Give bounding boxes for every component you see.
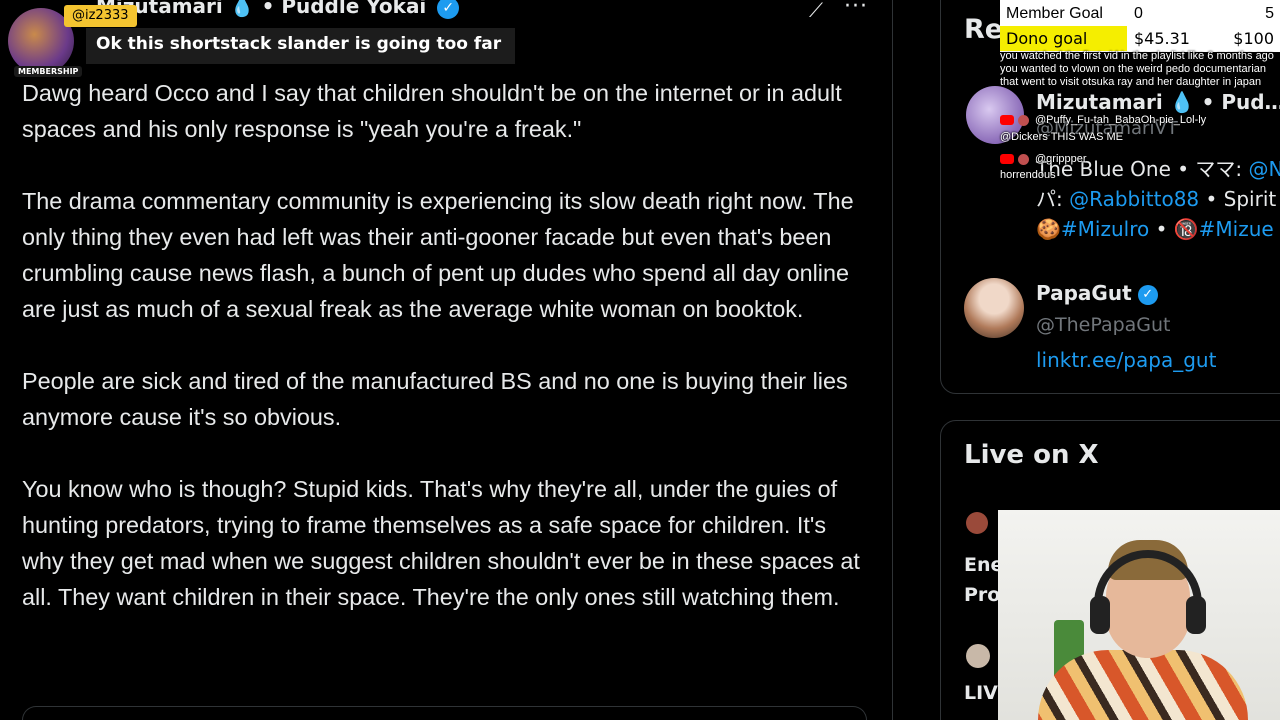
grok-icon[interactable]: ⟋ xyxy=(803,0,829,24)
webcam-shirt xyxy=(1038,650,1248,720)
tweet-column: Mizutamari 💧 • Puddle Yokai ✓ ⟋ ··· Dawg… xyxy=(0,0,893,720)
live-item-title[interactable]: LIV xyxy=(964,682,998,704)
member-badge-icon xyxy=(1018,114,1029,126)
youtube-icon xyxy=(1000,115,1014,126)
bio-text: パ: xyxy=(1036,187,1070,211)
youtube-icon xyxy=(1000,154,1014,165)
chat-feed-username: @grippper xyxy=(1035,153,1087,165)
chat-feed-entry: @Puffy_Fu-tah_BabaOh-pie_Lol-ly xyxy=(1000,114,1206,127)
chat-feed-overlay: you watched the first vid in the playlis… xyxy=(1000,50,1280,181)
bio-link[interactable]: @Rabbitto88 xyxy=(1069,187,1199,211)
tweet-paragraph: Dawg heard Occo and I say that children … xyxy=(22,80,842,142)
chat-username: @iz2333 xyxy=(64,5,137,27)
tweet-text: Dawg heard Occo and I say that children … xyxy=(22,75,867,651)
dono-goal-label: Dono goal xyxy=(1006,29,1088,48)
profile-avatar[interactable] xyxy=(964,278,1024,338)
profile-name-text[interactable]: PapaGut xyxy=(1036,281,1132,305)
chat-feed-entry: horrendous xyxy=(1000,169,1056,181)
live-host-avatar[interactable] xyxy=(966,512,988,534)
dono-goal-row: Dono goal $45.31 $100 xyxy=(1000,26,1280,51)
chat-feed-entry: @grippper xyxy=(1000,153,1087,166)
bio-text: • xyxy=(1149,217,1174,241)
member-goal-row: Member Goal 0 5 xyxy=(1000,1,1280,26)
chat-feed-message: you watched the first vid in the playlis… xyxy=(1000,50,1274,88)
chat-feed-username: @Puffy_Fu-tah_BabaOh-pie_Lol-ly xyxy=(1035,114,1207,126)
member-badge-icon xyxy=(1018,153,1029,165)
member-goal-label: Member Goal xyxy=(1006,5,1103,22)
tweet-paragraph: You know who is though? Stupid kids. Tha… xyxy=(22,476,860,610)
chat-highlight-overlay: @iz2333 MEMBERSHIP Ok this shortstack sl… xyxy=(6,0,516,82)
more-options-icon[interactable]: ··· xyxy=(844,0,868,19)
tweet-paragraph: The drama commentary community is experi… xyxy=(22,188,854,322)
chat-message: Ok this shortstack slander is going too … xyxy=(86,28,516,64)
bio-hashtag[interactable]: 🍪#Mizulro xyxy=(1036,217,1149,241)
bio-text: • Spirit xyxy=(1199,187,1277,211)
live-host-avatar[interactable] xyxy=(966,644,990,668)
profile-name[interactable]: PapaGut ✓ xyxy=(1036,281,1158,305)
dono-goal-current: $45.31 xyxy=(1134,29,1190,48)
dono-goal-max: $100 xyxy=(1233,29,1274,48)
live-on-x-title: Live on X xyxy=(964,440,1099,470)
embedded-card-edge xyxy=(22,706,867,720)
member-goal-max: 5 xyxy=(1265,5,1274,22)
tweet-paragraph: People are sick and tired of the manufac… xyxy=(22,368,848,430)
profile-link[interactable]: linktr.ee/papa_gut xyxy=(1036,348,1216,372)
verified-badge-icon: ✓ xyxy=(1137,284,1158,305)
membership-badge: MEMBERSHIP xyxy=(14,66,83,77)
bio-hashtag[interactable]: 🔞#Mizue xyxy=(1174,217,1274,241)
relevant-people-title: Re xyxy=(964,14,1004,45)
headphone-earcup xyxy=(1090,596,1110,634)
headphone-earcup xyxy=(1186,596,1206,634)
profile-handle[interactable]: @ThePapaGut xyxy=(1036,314,1171,336)
chat-feed-entry: @Dickers THIS WAS ME xyxy=(1000,131,1124,143)
streamer-webcam xyxy=(998,510,1280,720)
member-goal-current: 0 xyxy=(1134,5,1143,22)
